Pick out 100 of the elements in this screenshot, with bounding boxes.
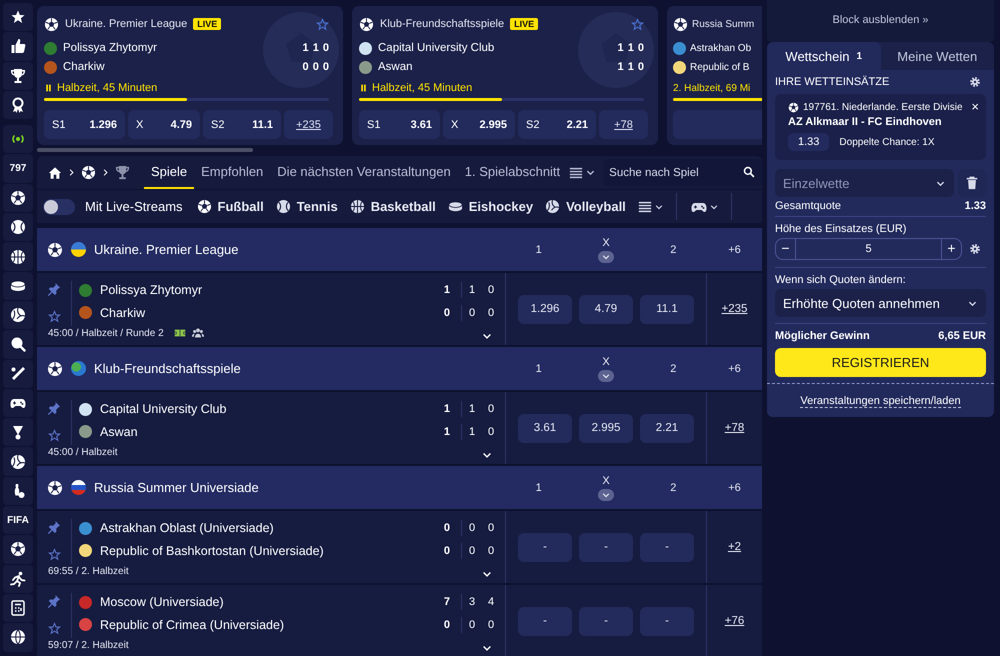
odds-button[interactable]: 4.79	[579, 294, 633, 324]
odds-button[interactable]: S2 2.21	[518, 110, 596, 139]
odds-button[interactable]: -	[518, 606, 572, 636]
odds-button[interactable]: -	[640, 532, 694, 562]
soccer-ball-icon[interactable]	[10, 541, 26, 558]
sport-filter[interactable]: Basketball	[350, 199, 436, 214]
volleyball-icon[interactable]	[10, 454, 26, 470]
expand-button[interactable]	[598, 251, 614, 263]
potential-win-value: 6,65 EUR	[938, 330, 986, 342]
odds-button[interactable]: 2.995	[579, 414, 633, 442]
nav-tab[interactable]: Die nächsten Veranstaltungen	[270, 156, 458, 189]
bet-type-dropdown[interactable]: Einzelwette	[775, 169, 954, 197]
odds-button[interactable]: 1.296	[518, 294, 572, 324]
nav-tab[interactable]: 1. Spielabschnitt	[458, 156, 568, 189]
more-markets-link[interactable]: +235	[722, 303, 748, 315]
more-markets-link[interactable]: +76	[724, 615, 744, 627]
hide-block-link[interactable]: Block ausblenden »	[767, 0, 994, 42]
stake-stepper[interactable]: − 5 +	[775, 238, 962, 260]
globe-icon[interactable]	[10, 629, 26, 646]
toggle-switch[interactable]	[43, 198, 75, 214]
shuttlecock-icon[interactable]	[10, 424, 26, 440]
odds-button[interactable]: 3.61	[518, 414, 572, 442]
runner-icon[interactable]	[10, 570, 26, 587]
column-label: X	[602, 474, 610, 486]
pin-icon[interactable]	[47, 594, 61, 608]
odds-button[interactable]: 2.21	[640, 414, 694, 442]
match-row[interactable]: Astrakhan Oblast (Universiade) 0 0 0 Republic of Bashkortostan (Universiade) 0 0 0 69:55 / 2. Halbzeit - - - +2	[37, 511, 762, 583]
expand-button[interactable]	[598, 370, 614, 382]
betslip-tab[interactable]: Wettschein 1	[767, 42, 880, 70]
odds-change-dropdown[interactable]: Erhöhte Quoten annehmen	[775, 289, 986, 317]
odds-button[interactable]: X 4.79	[128, 110, 200, 139]
sport-filter[interactable]: Fußball	[196, 199, 264, 214]
league-header[interactable]: Ukraine. Premier League 1 X 2 +6	[37, 228, 762, 271]
settings-icon[interactable]	[969, 243, 981, 255]
save-link[interactable]: Veranstaltungen speichern/laden	[800, 395, 961, 408]
soccer-ball-icon	[359, 16, 374, 32]
scrollbar-thumb[interactable]	[37, 148, 253, 152]
delete-button[interactable]	[958, 169, 986, 197]
odds-button[interactable]: S1 1.296	[44, 110, 125, 139]
pitch-icon[interactable]	[174, 327, 186, 339]
sport-count[interactable]: FIFA	[3, 506, 33, 534]
star-icon[interactable]	[10, 9, 26, 26]
more-markets-link[interactable]: +235	[284, 110, 333, 139]
sport-filter[interactable]: Eishockey	[448, 199, 534, 214]
people-icon[interactable]	[192, 327, 204, 339]
plus-button[interactable]: +	[941, 239, 961, 259]
odds-button[interactable]: -	[518, 532, 572, 562]
match-row[interactable]: Polissya Zhytomyr 1 1 0 Charkiw 0 0 0 45:00 / Halbzeit / Runde 2 1.296 4.79 11.1 +235	[37, 273, 762, 345]
sport-filter[interactable]: Tennis	[276, 199, 338, 214]
search-icon[interactable]	[743, 166, 755, 178]
more-markets-link[interactable]: +78	[599, 110, 648, 139]
odds-button[interactable]: -	[640, 606, 694, 636]
league-header[interactable]: Russia Summer Universiade 1 X 2 +6	[37, 466, 762, 509]
calculator-icon[interactable]	[10, 600, 26, 616]
soccer-ball-icon[interactable]	[10, 190, 26, 206]
odds-button[interactable]: 11.1	[640, 294, 694, 324]
minus-button[interactable]: −	[776, 239, 796, 259]
star-icon[interactable]	[48, 622, 60, 635]
table-tennis-icon[interactable]	[10, 336, 26, 352]
globe-icon	[71, 361, 86, 376]
odds-button[interactable]: -	[579, 606, 633, 636]
tennis-ball-icon[interactable]	[10, 219, 26, 236]
volleyball-icon[interactable]	[10, 307, 26, 324]
close-button[interactable]: ×	[971, 101, 979, 113]
match-row[interactable]: Moscow (Universiade) 7 3 4 Republic of Crimea (Universiade) 0 0 0 59:07 / 2. Halbzeit - - - +76	[37, 585, 762, 656]
total-odds-label: Gesamtquote	[775, 200, 842, 212]
sport-filter[interactable]: Volleyball	[545, 199, 626, 214]
pin-icon[interactable]	[47, 520, 61, 534]
nav-tab[interactable]: Empfohlen	[194, 156, 270, 189]
expand-button[interactable]	[598, 489, 614, 501]
star-icon[interactable]	[316, 18, 329, 30]
live-badge: LIVE	[510, 18, 538, 30]
settings-icon[interactable]	[969, 76, 981, 88]
odds-button[interactable]: S1 3.61	[359, 110, 440, 139]
cricket-icon[interactable]	[10, 366, 26, 382]
more-markets-link[interactable]: +2	[728, 541, 742, 553]
medal-icon[interactable]	[10, 97, 26, 114]
pin-icon[interactable]	[47, 401, 61, 415]
menu-icon[interactable]	[638, 200, 652, 214]
more-markets-link[interactable]: +78	[724, 422, 744, 434]
star-icon[interactable]	[48, 310, 60, 323]
thumbs-up-icon[interactable]	[10, 38, 26, 54]
star-icon[interactable]	[48, 429, 60, 442]
register-button[interactable]: REGISTRIEREN	[775, 348, 986, 377]
search-field[interactable]: Suche nach Spiel	[603, 159, 762, 186]
betslip-tab[interactable]: Meine Wetten	[880, 42, 994, 70]
menu-icon[interactable]	[569, 166, 584, 180]
star-icon[interactable]	[48, 548, 60, 561]
star-icon[interactable]	[631, 18, 644, 30]
league-header[interactable]: Klub-Freundschaftsspiele 1 X 2 +6	[37, 347, 762, 390]
pin-icon[interactable]	[47, 282, 61, 296]
home-icon[interactable]	[48, 166, 62, 180]
trophy-icon[interactable]	[10, 68, 26, 84]
basketball-icon[interactable]	[10, 248, 26, 265]
odds-button[interactable]: X 2.995	[443, 110, 515, 139]
soccer-ball-icon[interactable]	[81, 165, 96, 180]
sport-count[interactable]: 797	[3, 154, 33, 183]
match-row[interactable]: Capital University Club 1 1 0 Aswan 1 1 0 45:00 / Halbzeit 3.61 2.995 2.21 +78	[37, 392, 762, 464]
odds-button[interactable]: S2 11.1	[203, 110, 281, 139]
odds-button[interactable]: -	[579, 532, 633, 562]
